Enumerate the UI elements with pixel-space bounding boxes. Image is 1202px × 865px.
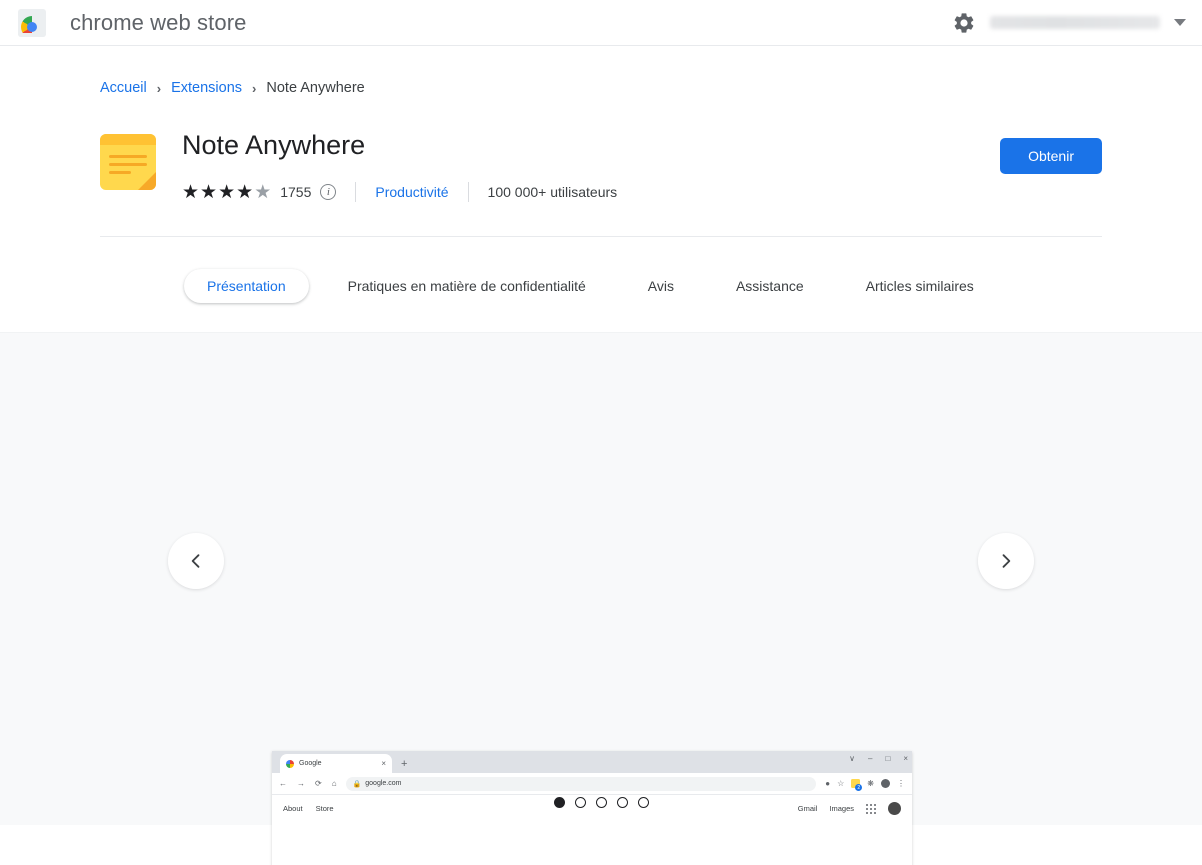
- rating-stars: ★ ★ ★ ★ ★: [182, 183, 271, 202]
- top-bar-actions: [952, 11, 1186, 35]
- browser-omnibox-row: ← → ⟳ ⌂ 🔒 google.com ● ☆ ❋ ⋮: [272, 773, 912, 796]
- window-controls: ∨ – □ ×: [849, 754, 908, 763]
- tab-presentation[interactable]: Présentation: [184, 269, 309, 304]
- app-title: chrome web store: [70, 9, 247, 35]
- forward-icon[interactable]: →: [297, 779, 305, 788]
- new-tab-button[interactable]: +: [401, 759, 407, 773]
- rating-count: 1755: [280, 184, 312, 201]
- close-icon[interactable]: ×: [381, 759, 386, 768]
- extension-header-main: Note Anywhere ★ ★ ★ ★ ★ 1755 i Productiv…: [182, 130, 618, 203]
- carousel-prev-button[interactable]: [168, 533, 224, 590]
- google-logo-letter: o: [577, 858, 605, 865]
- breadcrumb-extensions[interactable]: Extensions: [171, 80, 242, 96]
- category-link[interactable]: Productivité: [375, 184, 448, 200]
- browser-nav-buttons: ← → ⟳ ⌂: [279, 779, 337, 788]
- sticky-note-icon: [100, 134, 156, 190]
- window-minimize-tabsearch-icon[interactable]: ∨: [849, 754, 855, 763]
- meta-divider-1: [355, 182, 357, 203]
- home-icon[interactable]: ⌂: [332, 779, 337, 788]
- info-icon[interactable]: i: [320, 184, 337, 201]
- google-logo-letter: l: [630, 858, 643, 865]
- content-column: Accueil › Extensions › Note Anywhere Not…: [100, 46, 1102, 304]
- carousel-dot-3[interactable]: [595, 797, 607, 809]
- back-icon[interactable]: ←: [279, 779, 287, 788]
- extension-meta-row: ★ ★ ★ ★ ★ 1755 i Productivité 100 000+ u…: [182, 182, 618, 203]
- reload-icon[interactable]: ⟳: [315, 779, 322, 788]
- star-icon: ★: [182, 181, 200, 203]
- screenshot-carousel: Google × + ∨ – □ × ← → ⟳ ⌂ 🔒 google.com …: [0, 332, 1202, 865]
- tab-privacy-practices[interactable]: Pratiques en matière de confidentialité: [325, 269, 609, 303]
- chevron-down-icon[interactable]: [1174, 19, 1186, 26]
- profile-avatar-icon[interactable]: [881, 779, 890, 789]
- star-icon: ★: [218, 181, 236, 203]
- carousel-dot-4[interactable]: [616, 797, 628, 809]
- browser-tab[interactable]: Google ×: [280, 754, 392, 774]
- lock-icon: 🔒: [352, 780, 362, 788]
- chevron-left-icon: [191, 554, 200, 568]
- browser-toolbar-icons: ● ☆ ❋ ⋮: [825, 779, 905, 792]
- google-logo-letter: G: [517, 858, 553, 865]
- meta-divider-2: [467, 182, 469, 203]
- page-title: Note Anywhere: [182, 130, 366, 160]
- google-logo-letter: g: [603, 858, 632, 865]
- note-anywhere-extension-icon[interactable]: [851, 779, 863, 792]
- window-minimize-icon[interactable]: –: [868, 754, 872, 763]
- extension-header: Note Anywhere ★ ★ ★ ★ ★ 1755 i Productiv…: [100, 130, 1102, 238]
- star-icon: ★: [236, 181, 254, 203]
- carousel-dots: [0, 797, 1202, 809]
- get-button[interactable]: Obtenir: [1000, 138, 1102, 174]
- breadcrumb: Accueil › Extensions › Note Anywhere: [100, 46, 1102, 96]
- chrome-web-store-page: chrome web store Accueil › Extensions › …: [0, 0, 1202, 865]
- bookmark-star-icon[interactable]: ☆: [837, 779, 844, 788]
- window-close-icon[interactable]: ×: [903, 754, 908, 763]
- browser-tab-title: Google: [299, 760, 322, 768]
- top-app-bar: chrome web store: [0, 0, 1202, 46]
- breadcrumb-current: Note Anywhere: [266, 80, 365, 96]
- window-maximize-icon[interactable]: □: [885, 754, 890, 763]
- browser-tab-strip: Google × + ∨ – □ ×: [272, 751, 912, 774]
- three-dot-menu-icon[interactable]: ⋮: [897, 779, 905, 788]
- google-favicon-icon: [286, 759, 294, 768]
- account-email[interactable]: [990, 16, 1160, 29]
- chevron-right-icon: [1002, 554, 1011, 568]
- star-icon-empty: ★: [254, 181, 272, 203]
- google-logo-letter: o: [551, 858, 579, 865]
- gear-icon[interactable]: [952, 11, 976, 35]
- carousel-dot-2[interactable]: [574, 797, 586, 809]
- tab-reviews[interactable]: Avis: [625, 269, 697, 303]
- address-bar[interactable]: 🔒 google.com: [345, 776, 817, 791]
- tab-related[interactable]: Articles similaires: [843, 269, 997, 303]
- user-count: 100 000+ utilisateurs: [487, 184, 618, 201]
- carousel-dot-5[interactable]: [637, 797, 649, 809]
- breadcrumb-separator-1: ›: [156, 80, 162, 96]
- carousel-next-button[interactable]: [978, 533, 1034, 590]
- chrome-web-store-logo-icon[interactable]: [18, 8, 46, 37]
- address-bar-url: google.com: [365, 780, 402, 788]
- tab-bar: Présentation Pratiques en matière de con…: [100, 269, 1102, 304]
- extensions-puzzle-icon[interactable]: ❋: [867, 779, 874, 788]
- google-logo-letter: e: [641, 858, 669, 865]
- breadcrumb-separator-2: ›: [252, 80, 257, 96]
- tab-support[interactable]: Assistance: [713, 269, 827, 303]
- location-icon[interactable]: ●: [825, 779, 830, 788]
- breadcrumb-home[interactable]: Accueil: [100, 80, 147, 96]
- carousel-dot-1[interactable]: [553, 797, 565, 809]
- star-icon: ★: [200, 181, 218, 203]
